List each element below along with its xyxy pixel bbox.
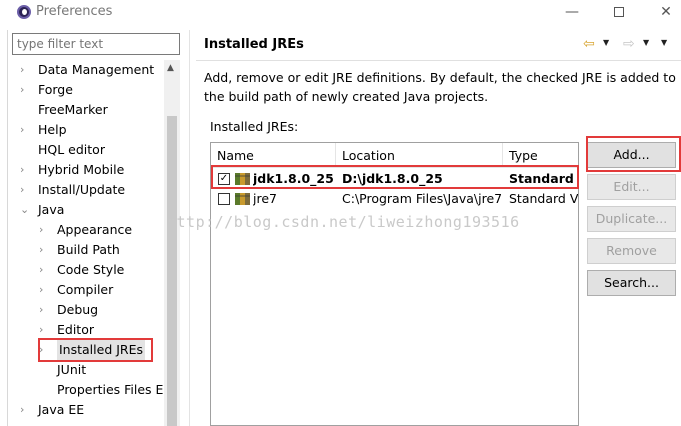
scroll-up-icon[interactable]: ▲: [167, 63, 174, 73]
tree-item-label: FreeMarker: [38, 102, 108, 117]
tree-item-label: Installed JREs: [57, 340, 146, 360]
scroll-thumb[interactable]: [167, 116, 177, 426]
preferences-tree: › Data Management › Forge FreeMarker › H…: [12, 60, 165, 426]
duplicate-button[interactable]: Duplicate...: [587, 206, 676, 232]
tree-item-label: Java EE: [38, 402, 85, 417]
chevron-right-icon[interactable]: ›: [20, 120, 32, 140]
chevron-right-icon[interactable]: ›: [39, 240, 51, 260]
chevron-right-icon[interactable]: ›: [20, 160, 32, 180]
chevron-right-icon[interactable]: ›: [20, 400, 32, 420]
tree-item-label: Properties Files Ed: [57, 382, 165, 397]
jre-type: Standard V: [509, 171, 578, 186]
installed-jres-table[interactable]: Name Location Type ✓ jdk1.8.0_25 ... D:\…: [210, 142, 579, 426]
tree-item-label: Appearance: [57, 222, 133, 237]
tree-item-label: Java: [38, 202, 65, 217]
installed-jres-label: Installed JREs:: [210, 119, 299, 134]
jre-library-icon: [235, 193, 250, 205]
tree-item-label: Data Management: [38, 62, 155, 77]
search-button[interactable]: Search...: [587, 270, 676, 296]
jre-location: C:\Program Files\Java\jre7: [342, 191, 502, 206]
edit-button[interactable]: Edit...: [587, 174, 676, 200]
maximize-button[interactable]: [607, 2, 631, 22]
tree-item-label: Compiler: [57, 282, 114, 297]
forward-arrow-icon[interactable]: ⇨: [623, 36, 635, 52]
tree-scrollbar[interactable]: ▲: [164, 60, 180, 426]
maximize-icon: [614, 7, 624, 17]
tree-item-label: Build Path: [57, 242, 120, 257]
tree-item-label: Code Style: [57, 262, 125, 277]
tree-item-installed-jres[interactable]: › Installed JREs: [12, 340, 152, 360]
chevron-right-icon[interactable]: ›: [20, 180, 32, 200]
column-header-location[interactable]: Location: [336, 143, 503, 168]
chevron-down-icon[interactable]: ⌄: [20, 200, 32, 220]
filter-input[interactable]: [12, 33, 180, 55]
tree-item-label: Hybrid Mobile: [38, 162, 125, 177]
jre-type: Standard VM: [509, 191, 579, 206]
eclipse-app-icon: [17, 5, 31, 19]
minimize-button[interactable]: —: [560, 2, 584, 22]
jre-name: jre7: [253, 191, 277, 206]
column-header-name[interactable]: Name: [211, 143, 336, 168]
view-menu-icon[interactable]: ▼: [661, 38, 667, 47]
tree-item-label: Editor: [57, 322, 94, 337]
chevron-right-icon[interactable]: ›: [39, 280, 51, 300]
column-header-type[interactable]: Type: [503, 143, 578, 168]
tree-item-label: Forge: [38, 82, 73, 97]
chevron-right-icon[interactable]: ›: [39, 260, 51, 280]
back-dropdown-icon[interactable]: ▼: [603, 38, 609, 47]
remove-button[interactable]: Remove: [587, 238, 676, 264]
page-title: Installed JREs: [204, 37, 304, 52]
table-header: Name Location Type: [211, 143, 578, 168]
chevron-right-icon[interactable]: ›: [39, 340, 51, 360]
jre-name: jdk1.8.0_25 ...: [253, 171, 335, 186]
chevron-right-icon[interactable]: ›: [39, 220, 51, 240]
chevron-right-icon[interactable]: ›: [39, 320, 51, 340]
left-window-edge: [0, 30, 8, 426]
tree-item-label: HQL editor: [38, 142, 105, 157]
jre-library-icon: [235, 173, 250, 185]
table-row[interactable]: ✓ jdk1.8.0_25 ... D:\jdk1.8.0_25 Standar…: [211, 169, 578, 189]
watermark-text: http://blog.csdn.net/liweizhong193516: [167, 213, 520, 231]
back-arrow-icon[interactable]: ⇦: [583, 36, 595, 52]
close-button[interactable]: ✕: [654, 2, 678, 22]
chevron-right-icon[interactable]: ›: [39, 300, 51, 320]
tree-item-label: Install/Update: [38, 182, 126, 197]
forward-dropdown-icon[interactable]: ▼: [643, 38, 649, 47]
tree-item-label: Help: [38, 122, 67, 137]
chevron-right-icon[interactable]: ›: [20, 60, 32, 80]
chevron-right-icon[interactable]: ›: [20, 80, 32, 100]
jre-checkbox[interactable]: [218, 193, 230, 205]
title-bar: Preferences — ✕: [0, 0, 681, 26]
table-row[interactable]: jre7 C:\Program Files\Java\jre7 Standard…: [211, 189, 579, 209]
add-button[interactable]: Add...: [587, 142, 676, 168]
page-description: Add, remove or edit JRE definitions. By …: [204, 70, 676, 104]
tree-item-label: Debug: [57, 302, 99, 317]
jre-checkbox[interactable]: ✓: [218, 173, 230, 185]
tree-item-label: JUnit: [57, 362, 87, 377]
jre-location: D:\jdk1.8.0_25: [342, 171, 443, 186]
window-title: Preferences: [36, 4, 113, 19]
title-separator: [196, 60, 681, 61]
